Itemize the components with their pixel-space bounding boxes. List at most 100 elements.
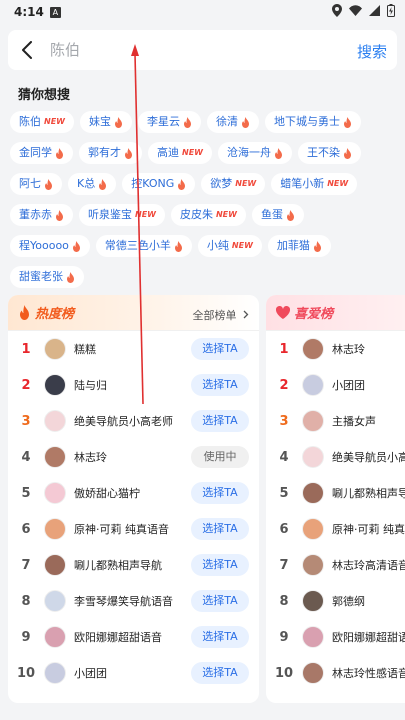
suggest-tag[interactable]: 皮皮朱 NEW (170, 204, 246, 226)
voice-name: 绝美导航员小高老师 (74, 415, 173, 428)
select-voice-button[interactable]: 选择TA (191, 518, 249, 540)
suggest-tag[interactable]: 董赤赤 (10, 204, 73, 226)
app-notification-icon: A (49, 6, 61, 18)
rank-number: 7 (21, 557, 31, 573)
hot-ranking-row[interactable]: 4 林志玲 使用中 (8, 439, 259, 475)
hot-ranking-row[interactable]: 2 陆与归 选择TA (8, 367, 259, 403)
love-ranking-row[interactable]: 9 欧阳娜娜超甜语 (266, 619, 405, 655)
suggest-tag[interactable]: 沧海一舟 (217, 142, 292, 164)
hot-fire-icon (55, 209, 64, 221)
suggest-tag[interactable]: 阿七 (10, 173, 62, 195)
voice-name: 原神·可莉 纯真语 (332, 523, 405, 536)
suggest-tag[interactable]: 高迪 NEW (148, 142, 212, 164)
hot-ranking-row[interactable]: 7 唰儿都熟相声导航 选择TA (8, 547, 259, 583)
back-button[interactable] (8, 30, 46, 70)
select-voice-button[interactable]: 选择TA (191, 374, 249, 396)
love-ranking-row[interactable]: 2 小团团 (266, 367, 405, 403)
love-ranking-row[interactable]: 5 唰儿都熟相声导 (266, 475, 405, 511)
new-badge: NEW (231, 241, 253, 250)
suggest-tag[interactable]: 地下城与勇士 (264, 111, 361, 133)
hot-ranking-row[interactable]: 3 绝美导航员小高老师 选择TA (8, 403, 259, 439)
love-ranking-header: 喜爱榜 (266, 295, 405, 331)
love-ranking-row[interactable]: 6 原神·可莉 纯真语 (266, 511, 405, 547)
suggest-tag[interactable]: 王不染 (297, 142, 361, 164)
select-voice-button[interactable]: 选择TA (191, 482, 249, 504)
select-voice-button[interactable]: 选择TA (191, 590, 249, 612)
hot-ranking-header: 热度榜 全部榜单 (8, 295, 259, 331)
suggest-tag[interactable]: 郭有才 (79, 142, 142, 164)
hot-fire-icon (98, 178, 107, 190)
suggest-tag[interactable]: 陈伯 NEW (10, 111, 74, 133)
suggest-tag-label: 董赤赤 (19, 208, 52, 221)
suggest-tag[interactable]: 金同学 (10, 142, 73, 164)
using-button[interactable]: 使用中 (191, 446, 249, 468)
suggest-tag-label: 加菲猫 (276, 239, 310, 252)
hot-fire-icon (44, 178, 53, 190)
search-button[interactable]: 搜索 (357, 41, 387, 62)
select-voice-button[interactable]: 选择TA (191, 662, 249, 684)
search-input[interactable] (46, 30, 336, 70)
suggest-tag[interactable]: 听泉鉴宝 NEW (79, 204, 165, 226)
suggest-row: 甜蜜老张 (10, 266, 400, 288)
love-ranking-row[interactable]: 1 林志玲 (266, 331, 405, 367)
status-bar: 4:14 A (0, 0, 405, 24)
new-badge: NEW (215, 210, 237, 219)
suggest-tag[interactable]: 鱼蛋 (251, 204, 304, 226)
voice-name: 林志玲 (332, 343, 365, 356)
suggest-tag[interactable]: 李星云 (137, 111, 201, 133)
love-ranking-row[interactable]: 8 郭德纲 (266, 583, 405, 619)
hot-ranking-row[interactable]: 8 李雪琴爆笑导航语音 选择TA (8, 583, 259, 619)
suggest-tag-label: 鱼蛋 (260, 208, 283, 221)
suggest-tag-label: 听泉鉴宝 (88, 208, 132, 221)
love-ranking-row[interactable]: 3 主播女声 (266, 403, 405, 439)
suggest-tag-label: 程Yooooo (19, 239, 69, 252)
voice-name: 陆与归 (74, 379, 107, 392)
voice-name: 林志玲 (74, 451, 107, 464)
status-time: 4:14 (14, 5, 44, 19)
suggest-tag[interactable]: 徐清 (206, 111, 259, 133)
suggest-tag[interactable]: 欲梦 NEW (201, 173, 266, 195)
avatar (44, 374, 66, 396)
suggest-tag[interactable]: 常德三色小羊 (95, 235, 192, 257)
suggest-tag[interactable]: 妹宝 (79, 111, 132, 133)
voice-name: 欧阳娜娜超甜语音 (74, 631, 162, 644)
rank-number: 1 (21, 341, 31, 357)
back-arrow-icon (22, 41, 32, 59)
select-voice-button[interactable]: 选择TA (191, 338, 249, 360)
hot-ranking-row[interactable]: 5 傲娇甜心猫柠 选择TA (8, 475, 259, 511)
select-voice-button[interactable]: 选择TA (191, 626, 249, 648)
voice-name: 糕糕 (74, 343, 96, 356)
rank-number: 5 (21, 485, 31, 501)
rank-number: 7 (279, 557, 289, 573)
hot-fire-icon (66, 271, 75, 283)
hot-fire-icon (72, 240, 81, 252)
rank-number: 8 (279, 593, 289, 609)
select-voice-button[interactable]: 选择TA (191, 554, 249, 576)
hot-ranking-row[interactable]: 9 欧阳娜娜超甜语音 选择TA (8, 619, 259, 655)
all-rankings-link[interactable]: 全部榜单 (193, 307, 250, 323)
hot-ranking-row[interactable]: 1 糕糕 选择TA (8, 331, 259, 367)
voice-name: 小团团 (332, 379, 365, 392)
hot-ranking-row[interactable]: 6 原神·可莉 纯真语音 选择TA (8, 511, 259, 547)
suggest-tag[interactable]: 加菲猫 (267, 235, 331, 257)
suggest-tag-label: 妹宝 (88, 115, 111, 128)
suggest-tag[interactable]: 程Yooooo (10, 235, 90, 257)
avatar (44, 338, 66, 360)
love-ranking-row[interactable]: 4 绝美导航员小高 (266, 439, 405, 475)
love-ranking-row[interactable]: 10 林志玲性感语音 (266, 655, 405, 691)
rank-number: 1 (279, 341, 289, 357)
love-ranking-row[interactable]: 7 林志玲高清语音 (266, 547, 405, 583)
hot-ranking-row[interactable]: 10 小团团 选择TA (8, 655, 259, 691)
suggest-row: 程Yooooo 常德三色小羊 小纯 NEW 加菲猫 (10, 235, 400, 257)
hot-fire-icon (114, 116, 123, 128)
suggest-tag[interactable]: 蜡笔小新 NEW (271, 173, 358, 195)
rank-number: 10 (16, 665, 36, 681)
suggest-tag-list: 陈伯 NEW 妹宝 李星云 徐清 地下城与勇士金同学 郭有才 高迪 NEW 沧海一舟 王不染阿七 K总… (10, 111, 400, 297)
select-voice-button[interactable]: 选择TA (191, 410, 249, 432)
love-ranking-card: 喜爱榜 1 林志玲 2 小团团 3 主播女声 4 绝美导航员小高 5 唰儿都熟相声导 6 原神·可莉 … (266, 295, 405, 703)
new-badge: NEW (182, 148, 203, 157)
suggest-tag[interactable]: 甜蜜老张 (10, 266, 84, 288)
suggest-tag[interactable]: 小纯 NEW (197, 235, 262, 257)
suggest-tag[interactable]: K总 (68, 173, 117, 195)
suggest-tag[interactable]: 控KONG (122, 173, 196, 195)
